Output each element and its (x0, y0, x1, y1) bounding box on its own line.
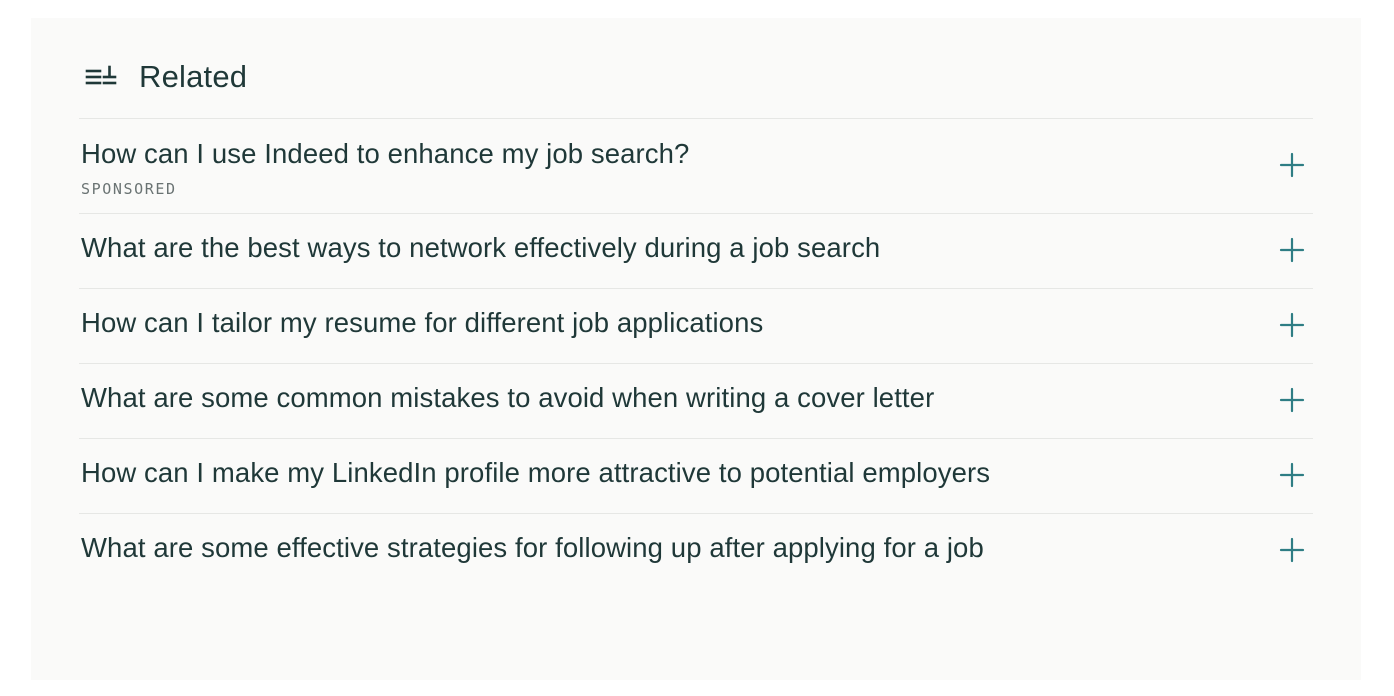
related-question-item[interactable]: What are the best ways to network effect… (79, 214, 1313, 288)
plus-icon[interactable] (1279, 387, 1305, 413)
related-question-item[interactable]: What are some effective strategies for f… (79, 514, 1313, 588)
section-title: Related (139, 59, 248, 94)
related-question-text: How can I make my LinkedIn profile more … (81, 457, 991, 488)
related-question-item[interactable]: How can I tailor my resume for different… (79, 289, 1313, 363)
plus-icon[interactable] (1279, 537, 1305, 563)
related-question-text: What are some effective strategies for f… (81, 532, 984, 563)
sponsored-label: SPONSORED (81, 180, 177, 198)
related-question-text: What are some common mistakes to avoid w… (81, 382, 935, 413)
plus-icon[interactable] (1279, 312, 1305, 338)
related-question-text: How can I tailor my resume for different… (81, 307, 764, 338)
related-question-item[interactable]: How can I make my LinkedIn profile more … (79, 439, 1313, 513)
plus-icon[interactable] (1279, 462, 1305, 488)
related-panel: Related How can I use Indeed to enhance … (31, 18, 1361, 680)
related-question-text: How can I use Indeed to enhance my job s… (81, 138, 690, 169)
related-list-icon (85, 64, 117, 90)
related-question-item[interactable]: How can I use Indeed to enhance my job s… (79, 119, 1313, 213)
plus-icon[interactable] (1279, 237, 1305, 263)
related-header: Related (85, 56, 247, 98)
related-questions-list: How can I use Indeed to enhance my job s… (79, 118, 1313, 588)
related-question-item[interactable]: What are some common mistakes to avoid w… (79, 364, 1313, 438)
related-question-text: What are the best ways to network effect… (81, 232, 881, 263)
plus-icon[interactable] (1279, 152, 1305, 178)
